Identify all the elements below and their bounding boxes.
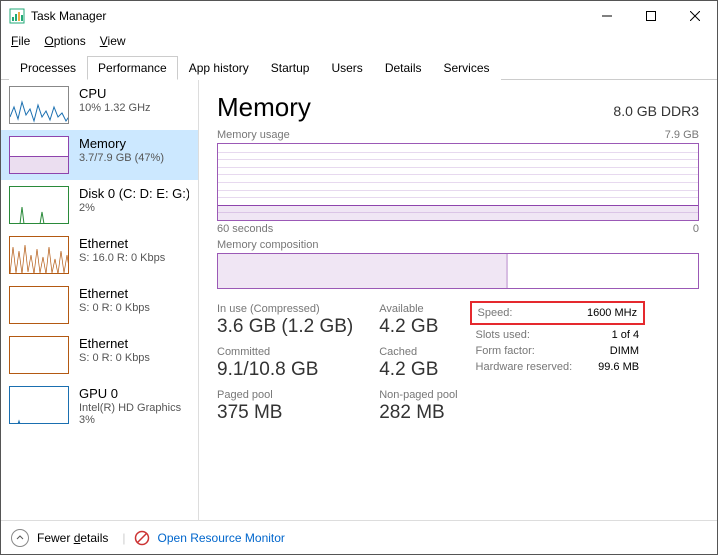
page-title: Memory bbox=[217, 92, 311, 123]
hw-reserved-label: Hardware reserved: bbox=[476, 361, 573, 373]
task-manager-window: Task Manager File Options View Processes… bbox=[0, 0, 718, 555]
minimize-icon bbox=[602, 11, 612, 21]
main-header: Memory 8.0 GB DDR3 bbox=[217, 92, 699, 123]
axis-right-label: 0 bbox=[693, 223, 699, 235]
in-use-label: In use (Compressed) bbox=[217, 303, 353, 315]
tab-processes[interactable]: Processes bbox=[9, 56, 87, 80]
sidebar: CPU 10% 1.32 GHz Memory 3.7/7.9 GB (47%) bbox=[1, 80, 199, 520]
sidebar-item-sub: S: 0 R: 0 Kbps bbox=[79, 352, 150, 364]
app-icon bbox=[9, 8, 25, 24]
close-button[interactable] bbox=[673, 1, 717, 31]
maximize-icon bbox=[646, 11, 656, 21]
available-value: 4.2 GB bbox=[379, 316, 457, 338]
open-resource-monitor-link[interactable]: Open Resource Monitor bbox=[158, 531, 285, 545]
tab-performance[interactable]: Performance bbox=[87, 56, 178, 80]
tab-details[interactable]: Details bbox=[374, 56, 433, 80]
resource-monitor-icon bbox=[134, 530, 150, 546]
available-label: Available bbox=[379, 303, 457, 315]
sidebar-item-sub: 3.7/7.9 GB (47%) bbox=[79, 152, 164, 164]
cached-label: Cached bbox=[379, 346, 457, 358]
speed-label: Speed: bbox=[478, 307, 513, 319]
tab-strip: Processes Performance App history Startu… bbox=[1, 51, 717, 80]
hw-reserved-value: 99.6 MB bbox=[598, 361, 639, 373]
usage-chart-section: Memory usage 7.9 GB 60 seconds 0 bbox=[217, 129, 699, 235]
ethernet-thumb-icon bbox=[9, 236, 69, 274]
in-use-value: 3.6 GB (1.2 GB) bbox=[217, 316, 353, 338]
close-icon bbox=[690, 11, 700, 21]
fewer-details-button[interactable]: Fewer details bbox=[37, 531, 108, 545]
ethernet-thumb-icon bbox=[9, 286, 69, 324]
menu-options[interactable]: Options bbox=[44, 34, 85, 48]
composition-chart-label: Memory composition bbox=[217, 239, 318, 251]
minimize-button[interactable] bbox=[585, 1, 629, 31]
footer: Fewer details | Open Resource Monitor bbox=[1, 520, 717, 554]
tab-startup[interactable]: Startup bbox=[260, 56, 321, 80]
paged-pool-label: Paged pool bbox=[217, 389, 353, 401]
memory-spec: 8.0 GB DDR3 bbox=[613, 103, 699, 119]
nonpaged-pool-label: Non-paged pool bbox=[379, 389, 457, 401]
slots-label: Slots used: bbox=[476, 329, 530, 341]
sidebar-item-ethernet-2[interactable]: Ethernet S: 0 R: 0 Kbps bbox=[1, 280, 198, 330]
cpu-thumb-icon bbox=[9, 86, 69, 124]
usage-chart-label: Memory usage bbox=[217, 129, 290, 141]
ethernet-thumb-icon bbox=[9, 336, 69, 374]
committed-value: 9.1/10.8 GB bbox=[217, 359, 353, 381]
form-factor-value: DIMM bbox=[610, 345, 639, 357]
main-panel: Memory 8.0 GB DDR3 Memory usage 7.9 GB bbox=[199, 80, 717, 520]
form-factor-label: Form factor: bbox=[476, 345, 535, 357]
sidebar-item-cpu[interactable]: CPU 10% 1.32 GHz bbox=[1, 80, 198, 130]
sidebar-item-label: Ethernet bbox=[79, 236, 165, 251]
axis-left-label: 60 seconds bbox=[217, 223, 273, 235]
maximize-button[interactable] bbox=[629, 1, 673, 31]
stats-right: Speed: 1600 MHz Slots used: 1 of 4 Form … bbox=[476, 303, 640, 424]
speed-highlight: Speed: 1600 MHz bbox=[470, 301, 646, 325]
sidebar-item-sub: 2% bbox=[79, 202, 189, 214]
composition-chart-section: Memory composition bbox=[217, 239, 699, 289]
menu-bar: File Options View bbox=[1, 31, 717, 51]
cached-value: 4.2 GB bbox=[379, 359, 457, 381]
sidebar-item-label: GPU 0 bbox=[79, 386, 181, 401]
sidebar-item-label: Disk 0 (C: D: E: G:) bbox=[79, 186, 189, 201]
body: CPU 10% 1.32 GHz Memory 3.7/7.9 GB (47%) bbox=[1, 80, 717, 520]
nonpaged-pool-value: 282 MB bbox=[379, 402, 457, 424]
speed-value: 1600 MHz bbox=[587, 307, 637, 319]
memory-thumb-icon bbox=[9, 136, 69, 174]
chevron-up-icon[interactable] bbox=[11, 529, 29, 547]
divider: | bbox=[122, 531, 125, 545]
sidebar-item-ethernet-1[interactable]: Ethernet S: 16.0 R: 0 Kbps bbox=[1, 230, 198, 280]
slots-value: 1 of 4 bbox=[612, 329, 640, 341]
title-bar: Task Manager bbox=[1, 1, 717, 31]
paged-pool-value: 375 MB bbox=[217, 402, 353, 424]
tab-app-history[interactable]: App history bbox=[178, 56, 260, 80]
sidebar-item-disk0[interactable]: Disk 0 (C: D: E: G:) 2% bbox=[1, 180, 198, 230]
sidebar-item-ethernet-3[interactable]: Ethernet S: 0 R: 0 Kbps bbox=[1, 330, 198, 380]
usage-chart-max: 7.9 GB bbox=[665, 129, 699, 141]
sidebar-item-label: Ethernet bbox=[79, 336, 150, 351]
stats-left: In use (Compressed) 3.6 GB (1.2 GB) Avai… bbox=[217, 303, 458, 424]
sidebar-item-sub: S: 0 R: 0 Kbps bbox=[79, 302, 150, 314]
sidebar-item-gpu0[interactable]: GPU 0 Intel(R) HD Graphics 3% bbox=[1, 380, 198, 432]
menu-file[interactable]: File bbox=[11, 34, 30, 48]
window-title: Task Manager bbox=[31, 9, 585, 23]
memory-usage-chart bbox=[217, 143, 699, 221]
sidebar-item-memory[interactable]: Memory 3.7/7.9 GB (47%) bbox=[1, 130, 198, 180]
tab-services[interactable]: Services bbox=[433, 56, 501, 80]
sidebar-item-sub: S: 16.0 R: 0 Kbps bbox=[79, 252, 165, 264]
tab-users[interactable]: Users bbox=[320, 56, 373, 80]
sidebar-item-label: Memory bbox=[79, 136, 164, 151]
disk-thumb-icon bbox=[9, 186, 69, 224]
sidebar-item-label: Ethernet bbox=[79, 286, 150, 301]
committed-label: Committed bbox=[217, 346, 353, 358]
menu-view[interactable]: View bbox=[100, 34, 126, 48]
sidebar-item-sub: 10% 1.32 GHz bbox=[79, 102, 151, 114]
sidebar-item-label: CPU bbox=[79, 86, 151, 101]
sidebar-item-sub: Intel(R) HD Graphics 3% bbox=[79, 402, 181, 426]
memory-composition-chart bbox=[217, 253, 699, 289]
stats-section: In use (Compressed) 3.6 GB (1.2 GB) Avai… bbox=[217, 303, 699, 424]
gpu-thumb-icon bbox=[9, 386, 69, 424]
